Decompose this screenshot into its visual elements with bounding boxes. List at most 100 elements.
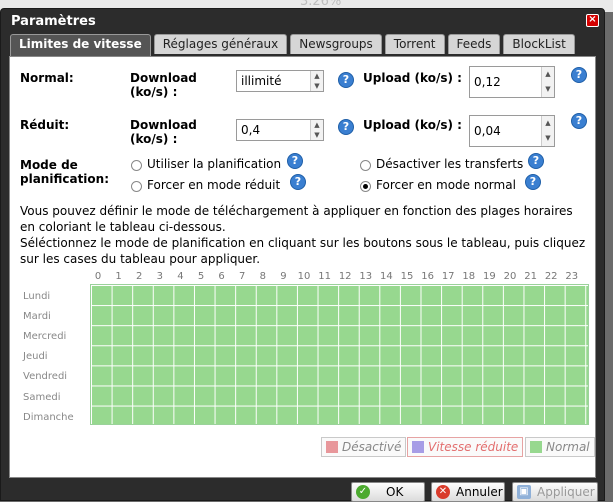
tab-bar: Limites de vitesse Réglages généraux New…	[10, 34, 575, 56]
hour-label: 19	[483, 271, 496, 282]
description-line-1: Vous pouvez définir le mode de télécharg…	[20, 204, 573, 234]
reduced-swatch	[412, 441, 424, 453]
tab-blocklist[interactable]: BlockList	[503, 34, 575, 54]
schedule-grid-cells[interactable]	[91, 285, 588, 424]
day-label: Lundi	[23, 291, 51, 302]
hour-label: 20	[503, 271, 517, 282]
hour-label: 11	[318, 271, 331, 282]
reduced-upload-value[interactable]: 0,04	[470, 116, 541, 146]
ok-label: OK	[386, 485, 404, 499]
save-icon: ▣	[517, 485, 531, 499]
dialog-footer: ✓ OK ✕ Annuler ▣ Appliquer	[1, 482, 604, 502]
mode-normal-label: Normal	[546, 440, 590, 454]
help-icon[interactable]: ?	[571, 67, 587, 83]
close-icon[interactable]: ×	[586, 14, 599, 27]
checkmark-icon: ✓	[356, 485, 370, 499]
decrement-arrow-icon[interactable]: ▼	[311, 130, 323, 140]
increment-arrow-icon[interactable]: ▲	[311, 71, 323, 81]
reduced-label: Réduit:	[20, 118, 70, 132]
decrement-arrow-icon[interactable]: ▼	[542, 131, 554, 146]
reduced-download-stepper[interactable]: 0,4 ▲ ▼	[236, 119, 324, 141]
help-icon[interactable]: ?	[528, 153, 544, 169]
hour-label: 5	[197, 271, 205, 282]
help-icon[interactable]: ?	[287, 153, 303, 169]
help-icon[interactable]: ?	[290, 174, 306, 190]
hour-label: 16	[421, 271, 434, 282]
radio-disable-transfers[interactable]	[360, 160, 371, 171]
hour-label: 23	[565, 271, 579, 282]
tab-torrent[interactable]: Torrent	[384, 34, 445, 54]
hour-label: 12	[338, 271, 352, 282]
cancel-label: Annuler	[456, 485, 503, 499]
hour-label: 18	[462, 271, 476, 282]
tab-feeds[interactable]: Feeds	[447, 34, 501, 54]
dialog-title: Paramètres	[11, 14, 96, 29]
apply-button[interactable]: ▣ Appliquer	[512, 482, 598, 502]
description-line-2: Séléctionnez le mode de planification en…	[20, 236, 586, 266]
hour-label: 8	[259, 271, 266, 282]
tab-speed-limits[interactable]: Limites de vitesse	[10, 34, 151, 56]
hour-label: 14	[380, 271, 393, 282]
decrement-arrow-icon[interactable]: ▼	[542, 82, 554, 97]
hour-label: 10	[297, 271, 311, 282]
reduced-upload-label: Upload (ko/s) :	[363, 118, 462, 132]
mode-normal-button[interactable]: Normal	[525, 437, 595, 457]
cancel-button[interactable]: ✕ Annuler	[431, 482, 505, 502]
increment-arrow-icon[interactable]: ▲	[542, 116, 554, 131]
tab-general-settings[interactable]: Réglages généraux	[153, 34, 288, 54]
normal-download-value[interactable]: illimité	[237, 71, 310, 91]
normal-upload-value[interactable]: 0,12	[470, 67, 541, 97]
day-label: Vendredi	[23, 371, 68, 383]
day-label: Samedi	[23, 391, 61, 403]
hour-label: 22	[544, 271, 558, 282]
schedule-description: Vous pouvez définir le mode de télécharg…	[20, 203, 590, 267]
hour-label: 6	[218, 271, 225, 282]
radio-use-schedule[interactable]	[131, 160, 142, 171]
radio-force-reduced[interactable]	[131, 181, 142, 192]
normal-upload-label: Upload (ko/s) :	[363, 71, 462, 85]
radio-force-normal[interactable]	[360, 181, 371, 192]
normal-download-stepper[interactable]: illimité ▲ ▼	[236, 70, 324, 92]
planning-mode-label-2: planification:	[20, 172, 109, 186]
radio-force-reduced-label[interactable]: Forcer en mode réduit	[147, 178, 280, 192]
reduced-download-value[interactable]: 0,4	[237, 120, 310, 140]
hour-label: 7	[239, 271, 246, 282]
increment-arrow-icon[interactable]: ▲	[311, 120, 323, 130]
radio-force-normal-label[interactable]: Forcer en mode normal	[376, 178, 516, 192]
reduced-upload-stepper[interactable]: 0,04 ▲ ▼	[469, 115, 555, 147]
speed-limits-panel: Normal: Download (ko/s) : illimité ▲ ▼ ?…	[9, 56, 596, 478]
hour-label: 9	[280, 271, 287, 282]
help-icon[interactable]: ?	[338, 119, 354, 135]
hour-label: 13	[359, 271, 373, 282]
normal-swatch	[530, 441, 542, 453]
increment-arrow-icon[interactable]: ▲	[542, 67, 554, 82]
hour-label: 2	[136, 271, 143, 282]
reduced-download-label-1: Download	[130, 118, 197, 132]
hour-label: 3	[156, 271, 163, 282]
day-label: Jeudi	[23, 351, 48, 363]
settings-dialog: Paramètres × Limites de vitesse Réglages…	[0, 8, 605, 502]
planning-mode-label-1: Mode de	[20, 158, 78, 172]
mode-disabled-label: Désactivé	[342, 440, 402, 454]
radio-disable-transfers-label[interactable]: Désactiver les transferts	[376, 157, 523, 171]
normal-upload-stepper[interactable]: 0,12 ▲ ▼	[469, 66, 555, 98]
schedule-grid[interactable]	[90, 284, 589, 425]
radio-use-schedule-label[interactable]: Utiliser la planification	[147, 157, 281, 171]
normal-label: Normal:	[20, 71, 74, 85]
mode-disabled-button[interactable]: Désactivé	[321, 437, 407, 457]
ok-button[interactable]: ✓ OK	[351, 482, 425, 502]
hour-label: 4	[177, 271, 184, 282]
mode-reduced-label: Vitesse réduite	[428, 440, 519, 454]
day-label: Mercredi	[23, 331, 67, 343]
help-icon[interactable]: ?	[571, 113, 587, 129]
disabled-swatch	[326, 441, 338, 453]
mode-reduced-button[interactable]: Vitesse réduite	[407, 437, 524, 457]
help-icon[interactable]: ?	[338, 72, 354, 88]
help-icon[interactable]: ?	[525, 174, 541, 190]
day-label: Dimanche	[23, 411, 74, 423]
decrement-arrow-icon[interactable]: ▼	[311, 81, 323, 91]
tab-newsgroups[interactable]: Newsgroups	[290, 34, 382, 54]
hour-label: 17	[441, 271, 455, 282]
hour-label: 1	[115, 271, 122, 282]
hour-label: 21	[524, 271, 537, 282]
